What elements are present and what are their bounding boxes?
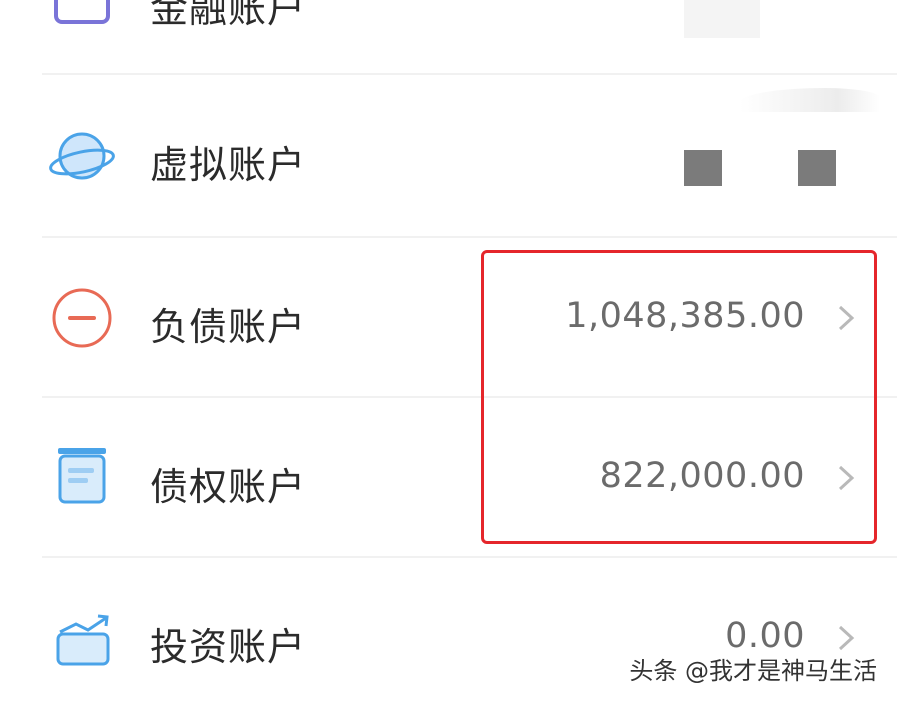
account-row-finance[interactable]: 金融账户 xyxy=(0,0,897,82)
watermark-text: 头条 @我才是神马生活 xyxy=(629,657,877,685)
highlight-box xyxy=(481,250,877,544)
account-label: 虚拟账户 xyxy=(150,143,307,187)
account-value: 0.00 xyxy=(725,616,805,656)
masked-value-block xyxy=(798,150,836,186)
chevron-right-icon xyxy=(838,625,855,651)
account-label: 债权账户 xyxy=(150,465,307,509)
masked-value-block xyxy=(684,150,722,186)
minus-circle-icon xyxy=(52,288,112,348)
divider xyxy=(42,73,897,75)
account-label: 负债账户 xyxy=(150,305,307,349)
account-label: 投资账户 xyxy=(150,625,307,669)
finance-card-icon xyxy=(54,0,110,24)
planet-icon xyxy=(49,132,115,180)
account-row-virtual[interactable]: 虚拟账户 xyxy=(0,76,897,236)
ledger-box-icon xyxy=(58,448,106,504)
trend-folder-icon xyxy=(56,614,110,666)
account-row-investment[interactable]: 投资账户 0.00 xyxy=(0,558,897,718)
account-label: 金融账户 xyxy=(150,0,307,31)
masked-value xyxy=(684,0,760,38)
